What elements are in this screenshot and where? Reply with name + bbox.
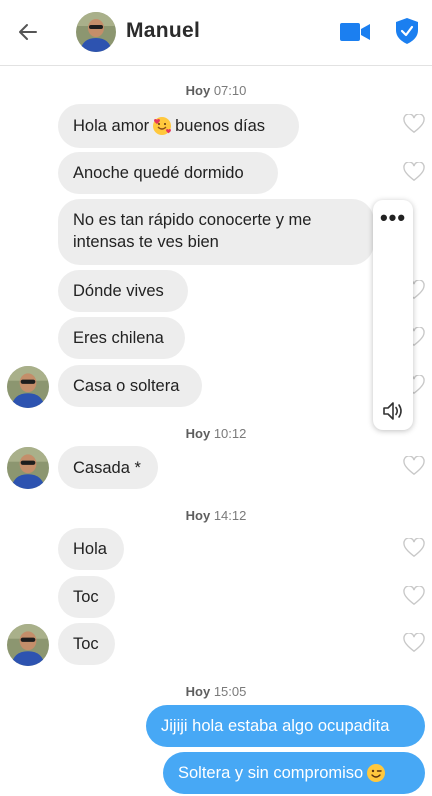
heart-icon[interactable] (403, 456, 425, 476)
winking-face-icon (367, 764, 386, 782)
message-bubble[interactable]: Toc (58, 576, 115, 618)
contact-avatar[interactable] (76, 12, 116, 52)
outgoing-message-bubble[interactable]: Jijiji hola estaba algo ocupadita (146, 705, 425, 747)
speaker-icon[interactable] (381, 400, 405, 422)
contact-name[interactable]: Manuel (126, 19, 200, 43)
message-bubble[interactable]: No es tan rápido conocerte y me intensas… (58, 199, 374, 265)
contact-avatar[interactable] (7, 366, 49, 408)
video-camera-icon[interactable] (340, 21, 370, 43)
outgoing-message-bubble[interactable]: Soltera y sin compromiso (163, 752, 425, 794)
heart-icon[interactable] (403, 633, 425, 653)
chat-header: Manuel (0, 0, 432, 66)
message-bubble[interactable]: Hola (58, 528, 124, 570)
message-bubble[interactable]: Anoche quedé dormido (58, 152, 278, 194)
shield-icon[interactable] (396, 18, 418, 44)
heart-icon[interactable] (403, 538, 425, 558)
message-actions-popup: ••• (373, 200, 413, 430)
message-bubble[interactable]: Eres chilena (58, 317, 185, 359)
contact-avatar[interactable] (7, 624, 49, 666)
message-bubble[interactable]: Toc (58, 623, 115, 665)
heart-icon[interactable] (403, 162, 425, 182)
message-bubble[interactable]: Dónde vives (58, 270, 188, 312)
message-bubble[interactable]: Hola amor buenos días (58, 104, 299, 148)
contact-avatar[interactable] (7, 447, 49, 489)
heart-icon[interactable] (403, 114, 425, 134)
timestamp: Hoy 15:05 (185, 684, 247, 699)
smiling-face-with-hearts-icon (153, 117, 172, 135)
heart-icon[interactable] (403, 586, 425, 606)
message-bubble[interactable]: Casada * (58, 446, 158, 489)
timestamp: Hoy 10:12 (185, 426, 247, 441)
timestamp: Hoy 07:10 (185, 83, 247, 98)
timestamp: Hoy 14:12 (185, 508, 247, 523)
message-bubble[interactable]: Casa o soltera (58, 365, 202, 407)
arrow-left-icon[interactable] (16, 20, 40, 44)
more-dots-icon[interactable]: ••• (373, 207, 413, 229)
